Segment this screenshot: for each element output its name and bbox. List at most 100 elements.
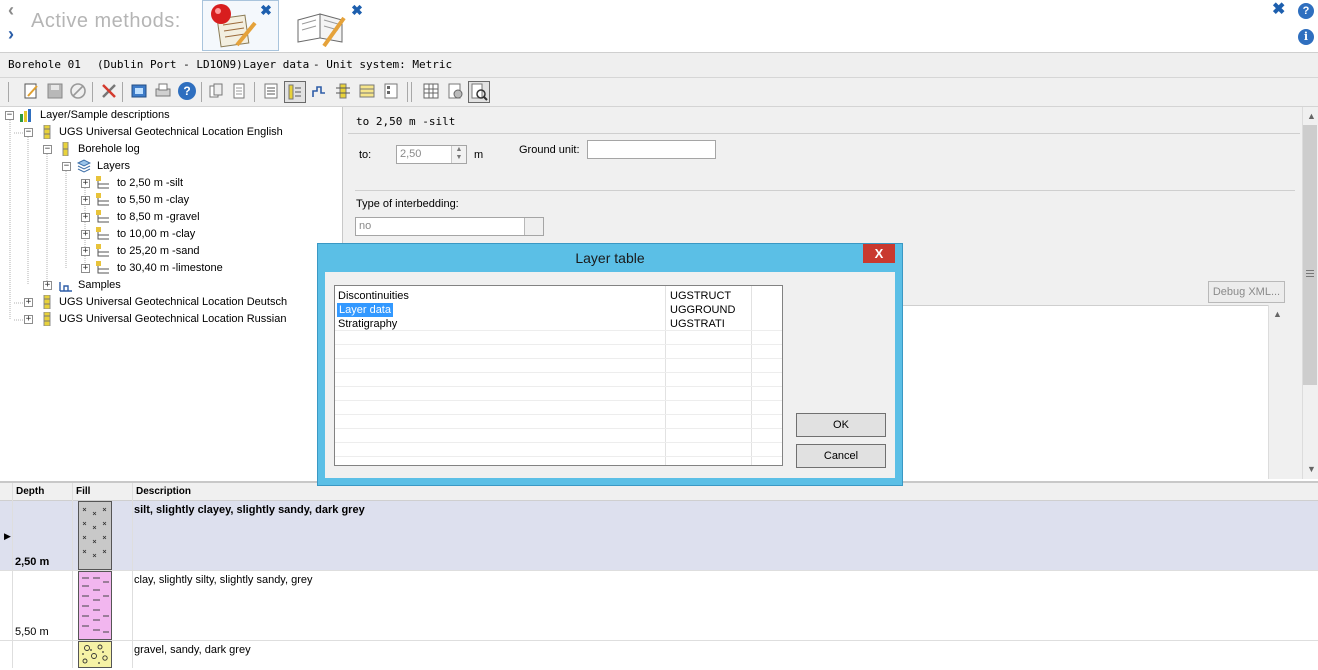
to-depth-input[interactable]: 2,50 ▲ ▼ [396, 145, 467, 164]
tree-item-label: Layer/Sample descriptions [40, 109, 170, 121]
toolbar: ? [0, 78, 1318, 107]
settings-sheet-icon[interactable] [446, 82, 464, 100]
layer-item-icon [96, 210, 109, 223]
tree-item-label: to 25,20 m -sand [117, 245, 200, 257]
column-header-fill[interactable]: Fill [76, 483, 90, 500]
info-icon[interactable]: i [1298, 29, 1314, 45]
table-row[interactable]: gravel, sandy, dark grey [0, 641, 1318, 668]
close-method-tab-2-icon[interactable]: ✖ [351, 3, 363, 17]
unit-system: - Unit system: Metric [313, 58, 453, 71]
close-all-icon[interactable]: ✖ [1272, 2, 1286, 18]
interbedding-select[interactable]: no [355, 217, 544, 236]
ok-button[interactable]: OK [796, 413, 886, 437]
tree-item-label: to 10,00 m -clay [117, 228, 196, 240]
dropdown-button[interactable] [524, 218, 543, 235]
collapse-icon[interactable]: − [43, 145, 52, 154]
cancel-button[interactable]: Cancel [796, 444, 886, 468]
divider [355, 190, 1295, 191]
clay-dash-pattern [82, 577, 109, 633]
silt-hatch-pattern [82, 507, 107, 558]
picture-icon[interactable] [130, 82, 148, 100]
edit-icon[interactable] [22, 82, 40, 100]
context-bar: Borehole 01 (Dublin Port - LD1ON9) Layer… [0, 53, 1318, 78]
list-item-name[interactable]: Stratigraphy [338, 317, 397, 331]
collapse-icon[interactable]: − [24, 128, 33, 137]
report-icon[interactable] [262, 82, 280, 100]
chart-icon[interactable] [310, 82, 328, 100]
to-label: to: [359, 149, 372, 161]
tree-item-label: UGS Universal Geotechnical Location Engl… [59, 126, 283, 138]
save-icon[interactable] [46, 82, 64, 100]
expand-icon[interactable]: + [24, 315, 33, 324]
tree-item-label: Borehole log [78, 143, 140, 155]
cancel-icon[interactable] [69, 82, 87, 100]
layer-tree: − Layer/Sample descriptions − UGS Univer… [0, 107, 338, 479]
copy-icon[interactable] [207, 82, 225, 100]
list-item-name[interactable]: Discontinuities [338, 289, 409, 303]
tree-item-label: to 2,50 m -silt [117, 177, 184, 189]
gravel-dot-pattern [82, 644, 108, 664]
expand-icon[interactable]: + [81, 247, 90, 256]
expand-icon[interactable]: + [43, 281, 52, 290]
collapse-icon[interactable]: − [5, 111, 14, 120]
section-name: Layer data [243, 58, 310, 71]
document-icon[interactable] [230, 82, 248, 100]
scroll-up-icon[interactable]: ▲ [1307, 111, 1316, 121]
expand-icon[interactable]: + [81, 230, 90, 239]
tree-item-label: UGS Universal Geotechnical Location Deut… [59, 296, 288, 308]
expand-icon[interactable]: + [81, 264, 90, 273]
tree-item-label: to 8,50 m -gravel [117, 211, 200, 223]
debug-xml-button[interactable]: Debug XML... [1208, 281, 1285, 303]
expand-icon[interactable]: + [81, 179, 90, 188]
close-method-tab-1-icon[interactable]: ✖ [260, 3, 272, 17]
table-edit-icon[interactable] [358, 82, 376, 100]
tree-item-label: to 30,40 m -limestone [117, 262, 223, 274]
list-item-code: UGSTRUCT [670, 290, 732, 302]
search-icon [471, 83, 488, 101]
tree-item-label: UGS Universal Geotechnical Location Russ… [59, 313, 287, 325]
tree-item-label: Layers [97, 160, 131, 172]
tools-icon[interactable] [100, 82, 118, 100]
active-methods-label: Active methods: [31, 10, 181, 32]
nav-back-button[interactable]: ‹ [8, 1, 22, 19]
scroll-down-icon[interactable]: ▼ [1307, 464, 1316, 474]
tree-connector-lines [9, 120, 86, 321]
column-header-depth[interactable]: Depth [16, 483, 44, 500]
borehole-name: Borehole 01 [8, 58, 81, 71]
location-icon [43, 295, 51, 309]
collapse-icon[interactable]: − [62, 162, 71, 171]
scroll-up-icon[interactable]: ▲ [1273, 309, 1282, 319]
expand-icon[interactable]: + [24, 298, 33, 307]
sample-icon[interactable] [334, 82, 352, 100]
row-description: silt, slightly clayey, slightly sandy, d… [134, 504, 365, 516]
table-row[interactable]: ▶ 2,50 m silt, slightly clayey, slightly… [0, 501, 1318, 571]
depth-spinner[interactable]: ▲ ▼ [451, 146, 466, 163]
list-view-icon[interactable] [382, 82, 400, 100]
search-mode-toggle[interactable] [468, 81, 490, 103]
help-icon[interactable]: ? [1298, 3, 1314, 19]
layers-icon [77, 159, 91, 173]
toolbar-help-icon[interactable]: ? [178, 82, 196, 100]
list-item-name-selected[interactable]: Layer data [337, 303, 393, 317]
ground-unit-label: Ground unit: [519, 144, 580, 156]
fill-pattern-silt [78, 501, 112, 570]
location-icon [43, 125, 51, 139]
dialog-close-button[interactable]: X [863, 244, 895, 263]
expand-icon[interactable]: + [81, 196, 90, 205]
tree-item-label: Samples [78, 279, 121, 291]
layer-mode-toggle[interactable] [284, 81, 306, 103]
to-unit: m [474, 149, 484, 161]
table-row[interactable]: 5,50 m clay, slightly silty, slightly sa… [0, 571, 1318, 641]
borehole-icon [62, 142, 69, 156]
ground-unit-input[interactable] [587, 140, 716, 159]
nav-forward-button[interactable]: › [8, 25, 22, 43]
table-list[interactable]: Discontinuities UGSTRUCT Layer data UGGR… [334, 285, 783, 466]
column-header-description[interactable]: Description [136, 483, 191, 500]
print-icon[interactable] [154, 82, 172, 100]
expand-icon[interactable]: + [81, 213, 90, 222]
project-name: (Dublin Port - LD1ON9) [97, 58, 243, 71]
grid-view-icon[interactable] [422, 82, 440, 100]
inner-scrollbar[interactable]: ▲ [1268, 305, 1285, 479]
location-icon [43, 312, 51, 326]
scrollbar-thumb[interactable] [1303, 125, 1317, 385]
